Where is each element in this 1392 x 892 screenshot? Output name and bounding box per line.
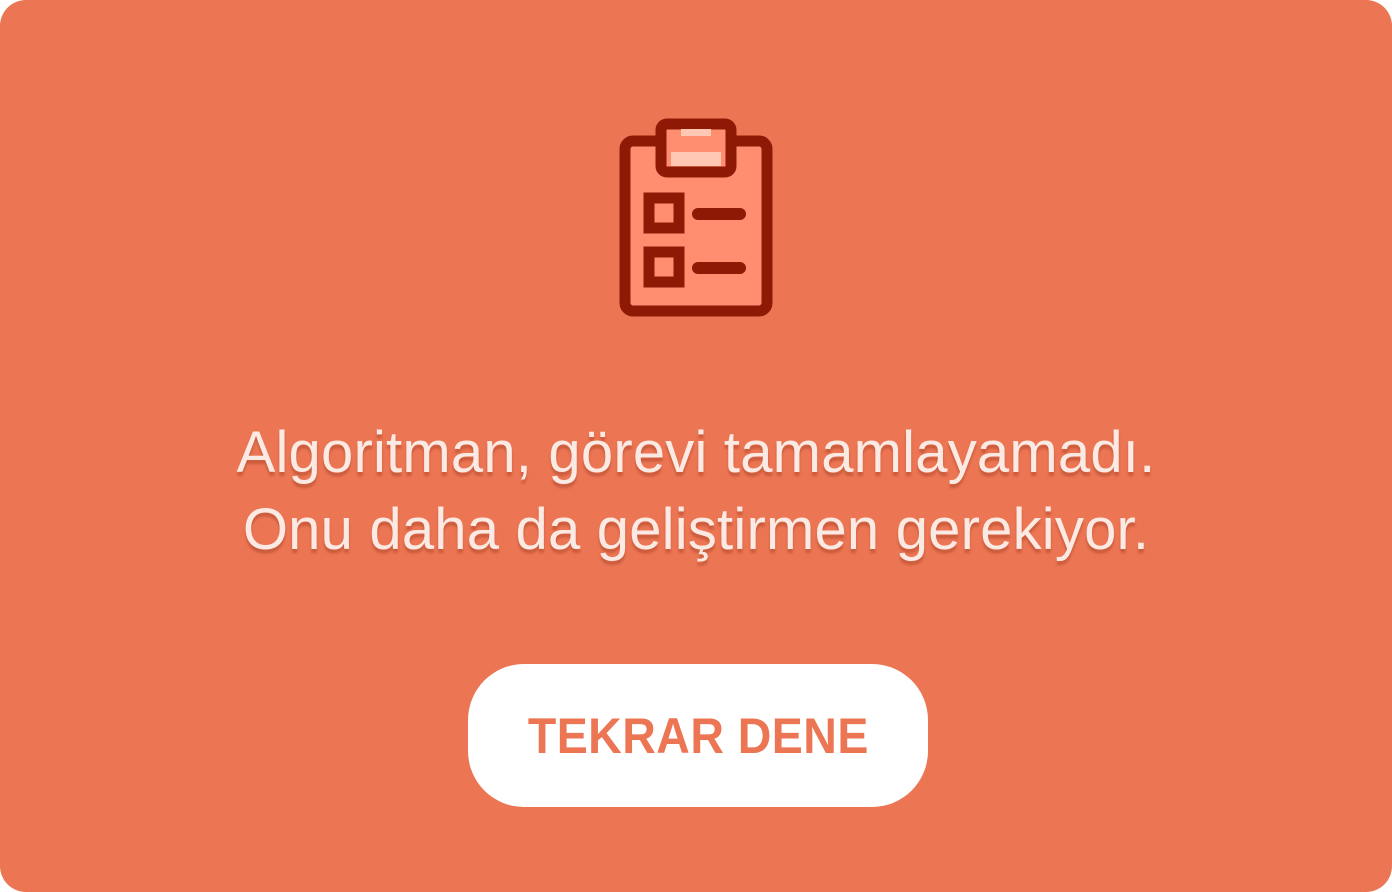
result-message: Algoritman, görevi tamamlayamadı. Onu da… [0,414,1392,568]
clipboard-checklist-icon [619,116,773,318]
result-dialog: Algoritman, görevi tamamlayamadı. Onu da… [0,0,1392,892]
message-line-2: Onu daha da geliştirmen gerekiyor. [242,497,1150,562]
retry-button-label: TEKRAR DENE [527,707,869,764]
retry-button[interactable]: TEKRAR DENE [468,664,928,807]
message-line-1: Algoritman, görevi tamamlayamadı. [236,420,1156,485]
